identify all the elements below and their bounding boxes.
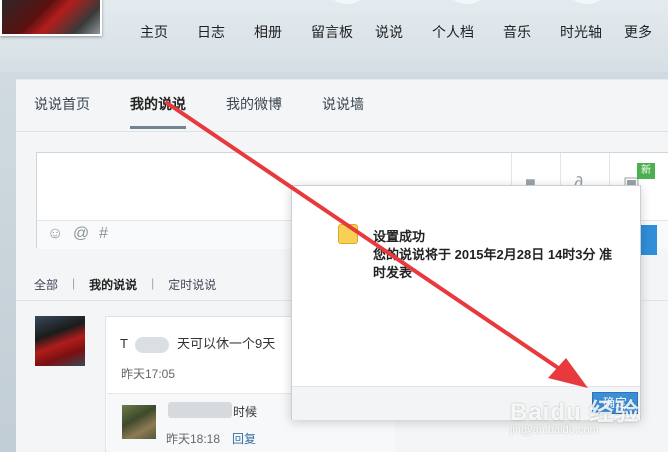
nav-item-home[interactable]: 主页 [140,22,168,42]
reply-link[interactable]: 回复 [232,430,256,447]
info-icon [338,224,358,244]
nav-item-profile[interactable]: 个人档 [432,22,474,42]
filter-all[interactable]: 全部 [34,276,58,293]
new-badge: 新 [637,163,655,179]
nav-item-blog[interactable]: 日志 [197,22,225,42]
hashtag-icon[interactable]: # [99,225,108,243]
decoration [570,0,604,4]
decoration [330,0,364,4]
main-nav: 主页 日志 相册 留言板 说说 个人档 音乐 时光轴 更多 [140,22,668,42]
filter-scheduled[interactable]: 定时说说 [168,276,216,293]
tab-shuoshuo-home[interactable]: 说说首页 [34,94,90,129]
mention-icon[interactable]: @ [73,225,89,243]
post-author-avatar[interactable] [35,316,85,366]
watermark-url: jingyan.baidu.com [510,424,599,436]
profile-avatar[interactable] [0,0,102,36]
filter-separator: | [72,276,76,290]
nav-item-album[interactable]: 相册 [254,22,282,42]
tab-my-weibo[interactable]: 我的微博 [226,94,282,129]
nav-item-shuoshuo[interactable]: 说说 [375,22,403,42]
success-dialog: 设置成功 您的说说将于 2015年2月28日 14时3分 准时发表 确定 [291,185,641,420]
nav-item-timeline[interactable]: 时光轴 [560,22,602,42]
blurred-commenter-name [168,402,232,418]
post-timestamp: 昨天17:05 [121,367,176,381]
tab-my-shuoshuo[interactable]: 我的说说 [130,94,186,129]
blurred-text [135,336,170,353]
emoji-icon[interactable]: ☺ [47,225,63,243]
post-filters: 全部 | 我的说说 | 定时说说 [34,276,216,293]
nav-item-more[interactable]: 更多 [624,22,652,42]
comment-timestamp: 昨天18:18 [166,432,221,446]
dialog-title: 设置成功 [373,229,426,244]
filter-my-shuoshuo[interactable]: 我的说说 [89,276,137,293]
commenter-avatar[interactable] [122,405,156,439]
nav-item-music[interactable]: 音乐 [503,22,531,42]
divider [16,131,668,132]
decoration [450,0,484,4]
filter-separator: | [151,276,155,290]
shuoshuo-tabs: 说说首页 我的说说 我的微博 说说墙 [34,94,404,129]
post-text: T 天可以休一个9天 [120,336,276,353]
nav-item-guestbook[interactable]: 留言板 [311,22,353,42]
tab-shuoshuo-wall[interactable]: 说说墙 [322,94,364,129]
baidu-jingyan-logo: Baidu 经验 [510,399,640,426]
comment-text: 时候 [233,405,258,419]
top-navigation-bar: 主页 日志 相册 留言板 说说 个人档 音乐 时光轴 更多 [0,0,668,72]
dialog-message: 您的说说将于 2015年2月28日 14时3分 准时发表 [373,247,613,280]
